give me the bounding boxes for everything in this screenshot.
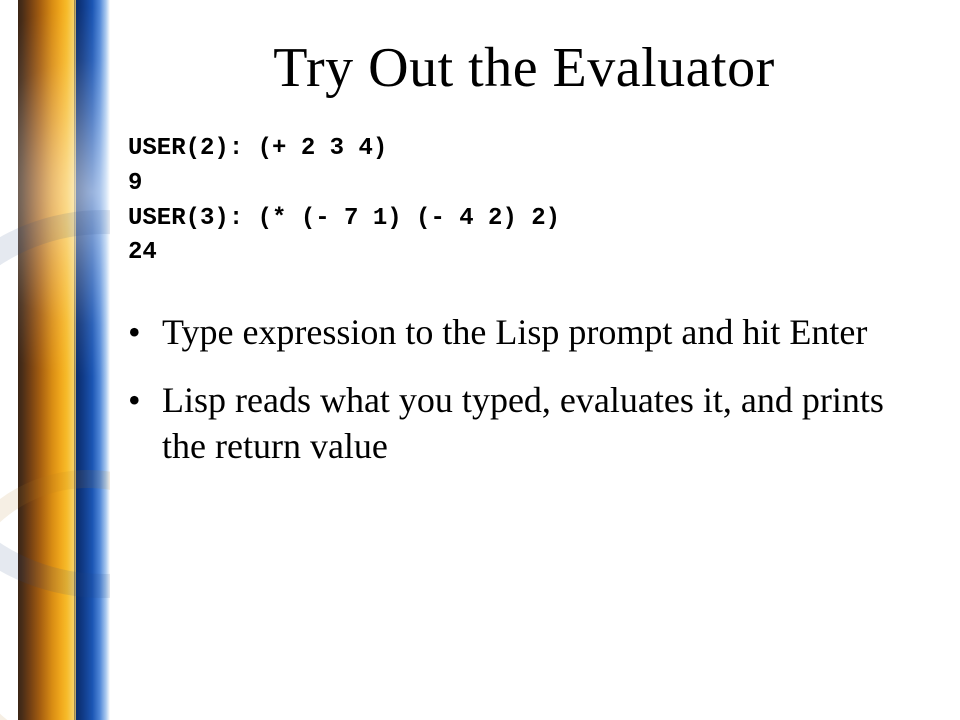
bullet-text-2: Lisp reads what you typed, evaluates it,… [162, 380, 884, 466]
bullet-list: Type expression to the Lisp prompt and h… [128, 309, 920, 469]
code-line-3: USER(3): (* (- 7 1) (- 4 2) 2) [128, 202, 920, 237]
bullet-item-2: Lisp reads what you typed, evaluates it,… [128, 377, 920, 469]
code-line-4: 24 [128, 236, 920, 271]
slide-content: Try Out the Evaluator USER(2): (+ 2 3 4)… [0, 0, 960, 469]
bullet-text-1: Type expression to the Lisp prompt and h… [162, 312, 867, 352]
slide-title: Try Out the Evaluator [128, 36, 920, 100]
code-line-1: USER(2): (+ 2 3 4) [128, 132, 920, 167]
bullet-item-1: Type expression to the Lisp prompt and h… [128, 309, 920, 355]
code-block: USER(2): (+ 2 3 4) 9 USER(3): (* (- 7 1)… [128, 132, 920, 271]
code-line-2: 9 [128, 167, 920, 202]
slide: Try Out the Evaluator USER(2): (+ 2 3 4)… [0, 0, 960, 720]
